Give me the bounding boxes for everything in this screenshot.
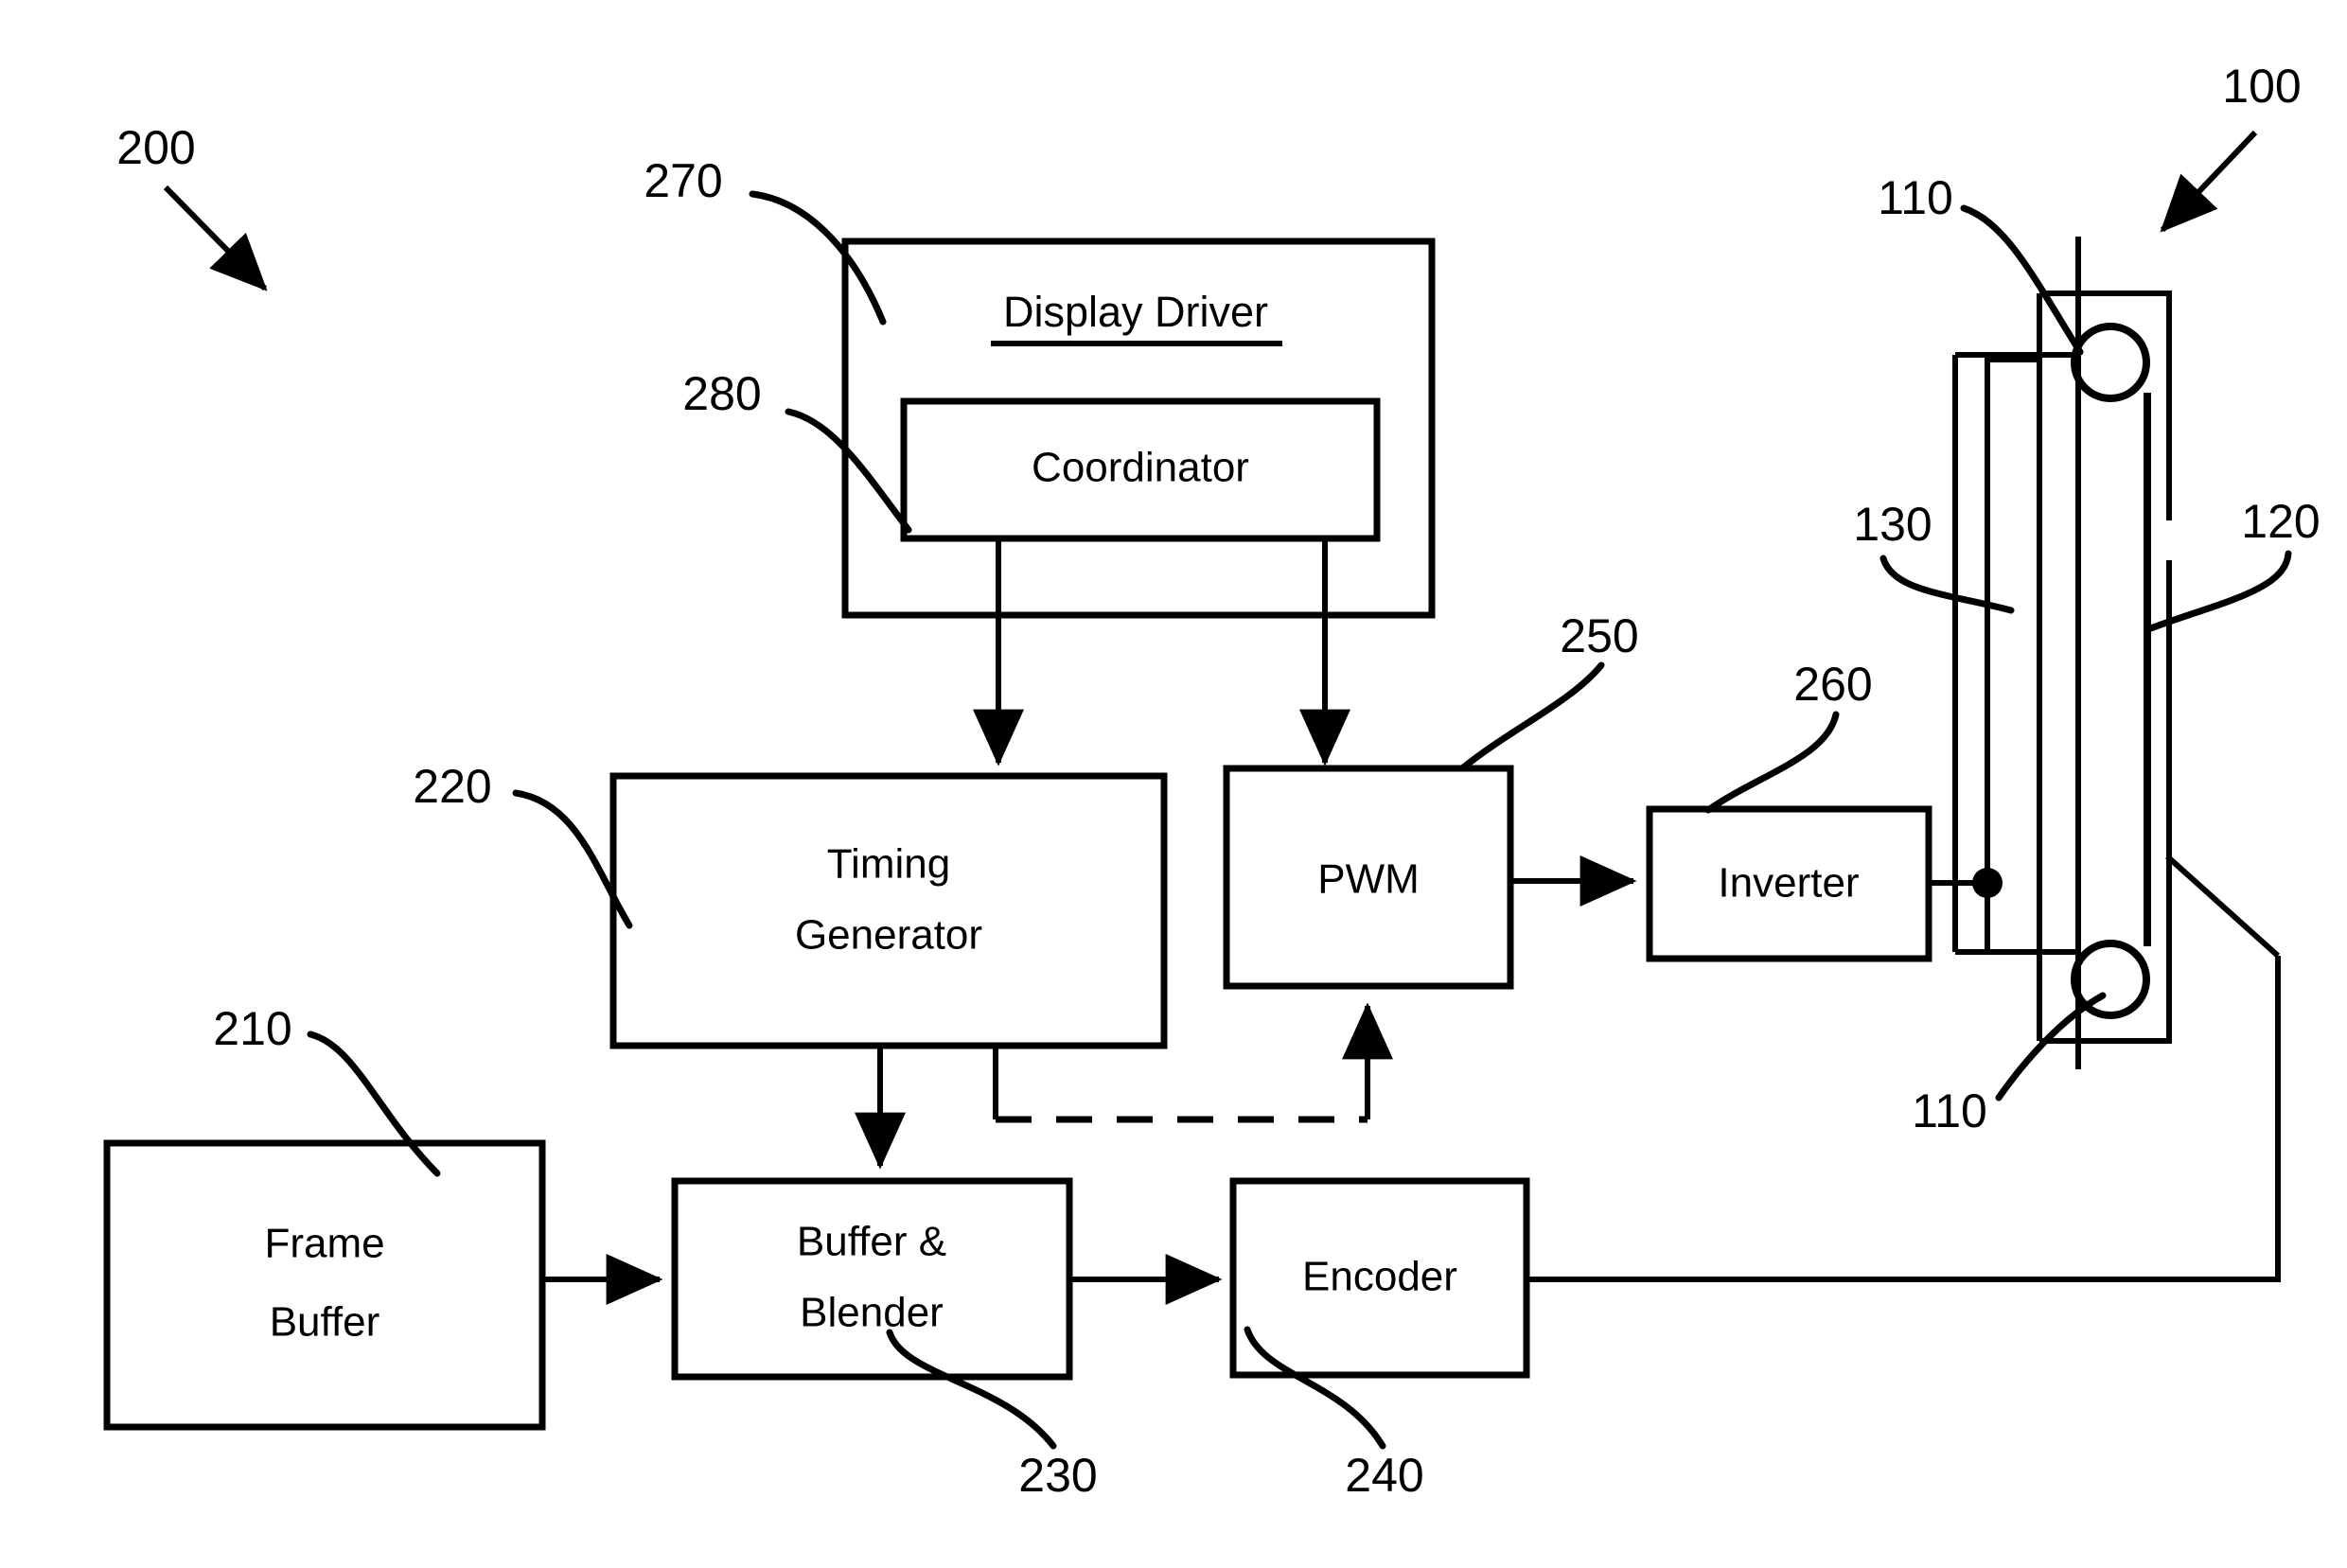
ref-100-arrow [2160,130,2258,233]
ref-200-group: 200 [116,121,268,291]
timing-generator-label-line2: Generator [795,912,982,959]
ref-110-bottom-group: 110 [1912,992,2107,1137]
ref-110-bottom-label: 110 [1912,1084,1987,1137]
pwm-block[interactable]: PWM [1223,765,1514,990]
ref-220-label: 220 [413,760,491,813]
coordinator-block[interactable]: Coordinator [900,397,1381,542]
ref-130-label: 130 [1853,498,1932,551]
ref-260-label: 260 [1793,658,1872,711]
ref-240-leader [1244,1326,1386,1450]
patent-figure-page: 200 Display Driver 270 Coordinator 280 T… [0,0,2347,1568]
buffer-blender-label-line2: Blender [800,1290,944,1336]
frame-buffer-label-line2: Buffer [270,1299,380,1346]
ref-260-group: 260 [1704,658,1873,814]
encoder-label: Encoder [1302,1254,1457,1300]
ref-110-top-group: 110 [1878,171,2084,356]
timing-generator-block[interactable]: Timing Generator [609,772,1168,1049]
ref-130-leader [1879,555,2015,614]
frame-buffer-box[interactable] [103,1139,546,1431]
encoder-to-panel-bus [1526,956,2281,1282]
ref-250-group: 250 [1458,609,1639,772]
ref-260-leader [1704,711,1840,814]
ref-240-label: 240 [1345,1449,1423,1502]
ref-210-label: 210 [213,1002,291,1055]
ref-100-group: 100 [2160,60,2302,233]
ref-270-label: 270 [644,154,722,207]
encoder-block[interactable]: Encoder [1229,1177,1530,1379]
ref-270-leader [749,190,887,326]
buffer-blender-block[interactable]: Buffer & Blender [671,1177,1073,1381]
display-driver-title: Display Driver [1003,288,1268,336]
inverter-lead-to-top-lamp [1985,357,2038,883]
ref-240-group: 240 [1244,1326,1424,1502]
ref-250-label: 250 [1560,609,1638,662]
pwm-label: PWM [1317,856,1420,903]
ref-110-top-leader [1960,204,2084,356]
ref-280-label: 280 [682,367,761,420]
ref-210-leader [307,1031,441,1177]
encoder-to-panel-diagonal [2164,854,2281,959]
ref-230-label: 230 [1018,1449,1097,1502]
frame-buffer-label-line1: Frame [264,1221,384,1267]
lamp-top-icon [2071,323,2150,402]
ref-220-group: 220 [413,760,633,929]
ref-120-label: 120 [2241,495,2320,548]
ref-210-group: 210 [213,1002,441,1177]
ref-230-leader [886,1329,1057,1450]
timing-generator-label-line1: Timing [827,841,950,888]
buffer-blender-box[interactable] [671,1177,1073,1381]
ref-200-label: 200 [116,121,195,174]
ref-280-group: 280 [682,367,912,534]
display-driver-block[interactable]: Display Driver [841,238,1436,619]
ref-200-arrow [163,185,268,291]
block-diagram-canvas: 200 Display Driver 270 Coordinator 280 T… [103,60,2321,1502]
ref-250-leader [1458,661,1605,772]
timing-generator-box[interactable] [609,772,1168,1049]
coordinator-label: Coordinator [1032,445,1249,491]
ref-110-top-label: 110 [1878,171,1953,224]
ref-120-group: 120 [2144,495,2321,633]
timing-to-pwm-dashed-feedback [993,1002,1393,1123]
inverter-block[interactable]: Inverter [1646,805,1932,962]
buffer-blender-label-line1: Buffer & [797,1219,946,1265]
inverter-label: Inverter [1718,860,1859,907]
ref-100-label: 100 [2222,60,2301,113]
inverter-to-lamp-wiring [1929,357,2038,952]
frame-buffer-block[interactable]: Frame Buffer [103,1139,546,1431]
